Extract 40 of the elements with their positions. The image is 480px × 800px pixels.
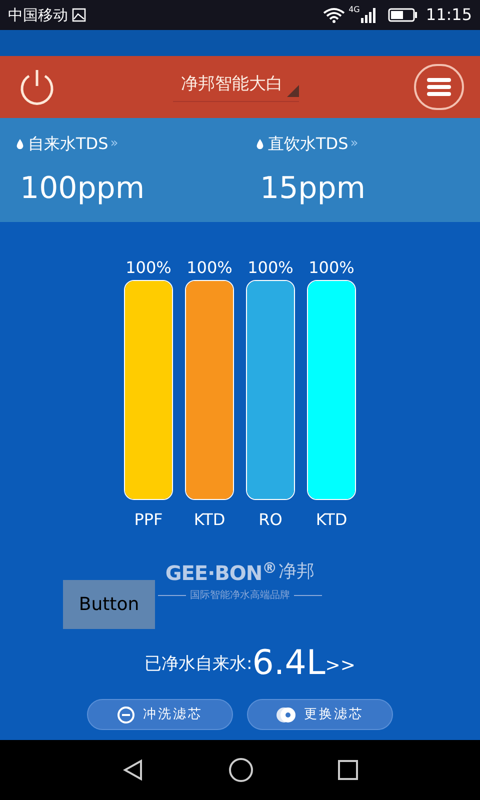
water-drop-icon: [16, 138, 24, 150]
wifi-icon: [322, 7, 345, 23]
carrier-name: 中国移动: [8, 4, 68, 26]
tds-arrow[interactable]: »: [110, 134, 118, 154]
purified-volume: 6.4L: [252, 643, 326, 683]
home-icon[interactable]: [228, 757, 254, 783]
filter-percent: 100%: [186, 257, 232, 279]
brand-tagline: 国际智能净水高端品牌: [190, 588, 290, 603]
purified-arrow[interactable]: >>: [325, 652, 356, 679]
menu-icon: [427, 77, 451, 97]
minus-circle-icon: [117, 706, 135, 724]
purified-label: 已净水自来水:: [144, 652, 252, 676]
device-selector[interactable]: 净邦智能大白: [173, 72, 299, 102]
brand-logo: GEE·BON$^{®}$: [165, 558, 277, 587]
dropdown-corner-icon: [287, 85, 299, 98]
recent-apps-icon[interactable]: [336, 759, 359, 781]
brand-chinese-name: 净邦: [278, 560, 315, 584]
picture-icon: [72, 8, 86, 22]
filter-name: PPF: [134, 509, 163, 531]
network-type: 4G: [348, 4, 360, 16]
water-drop-icon: [256, 138, 264, 150]
clock: 11:15: [426, 4, 472, 26]
generic-button[interactable]: Button: [63, 580, 155, 629]
filter-name: KTD: [316, 509, 348, 531]
filter-percent: 100%: [248, 257, 294, 279]
disc-icon: [276, 706, 296, 724]
replace-filter-button[interactable]: 更换滤芯: [247, 699, 393, 730]
menu-button[interactable]: [414, 64, 464, 110]
flush-filter-button[interactable]: 冲洗滤芯: [87, 699, 233, 730]
filter-name: KTD: [194, 509, 226, 531]
tds-arrow[interactable]: »: [350, 134, 358, 154]
tds-value: 100ppm: [20, 170, 146, 208]
filter-percent: 100%: [126, 257, 172, 279]
signal-icon: [360, 7, 376, 23]
tds-label[interactable]: 直饮水TDS: [268, 132, 348, 156]
tds-label[interactable]: 自来水TDS: [28, 132, 108, 156]
filter-percent: 100%: [308, 257, 354, 279]
battery-icon: [388, 8, 418, 22]
tds-value: 15ppm: [260, 170, 366, 208]
filter-name: RO: [258, 509, 282, 531]
